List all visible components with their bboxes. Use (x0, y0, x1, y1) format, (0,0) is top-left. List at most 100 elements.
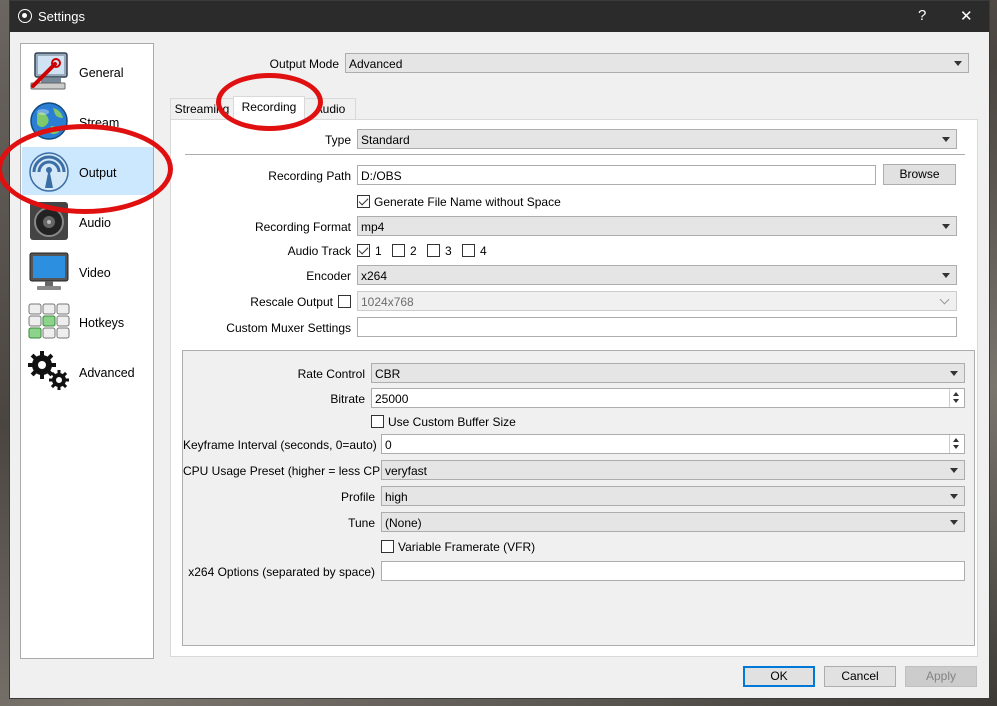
settings-sidebar: General Stream Output Audio Video Hotkey… (20, 43, 154, 659)
keyframe-interval-spinbox[interactable]: 0 (381, 434, 965, 454)
cpu-preset-value: veryfast (385, 464, 428, 478)
custom-muxer-input[interactable] (357, 317, 957, 337)
rescale-output-label: Rescale Output (250, 295, 333, 309)
sidebar-item-label: Output (79, 166, 117, 180)
profile-label: Profile (340, 490, 375, 504)
apply-button[interactable]: Apply (905, 666, 977, 687)
rescale-resolution-value: 1024x768 (361, 295, 414, 309)
keyframe-interval-label: Keyframe Interval (seconds, 0=auto) (183, 438, 377, 452)
bitrate-spinbox[interactable]: 25000 (371, 388, 965, 408)
sidebar-item-output[interactable]: Output (22, 147, 153, 195)
generate-filename-checkbox[interactable] (357, 195, 370, 208)
close-button[interactable]: ✕ (960, 7, 973, 25)
chevron-down-icon (950, 371, 958, 376)
audio-track-4-checkbox[interactable] (462, 244, 475, 257)
audio-track-1-checkbox[interactable] (357, 244, 370, 257)
profile-value: high (385, 490, 408, 504)
custom-buffer-label: Use Custom Buffer Size (388, 415, 516, 429)
custom-muxer-label: Custom Muxer Settings (226, 321, 351, 335)
gears-icon (28, 351, 69, 390)
tab-audio[interactable]: Audio (304, 98, 356, 119)
bitrate-label: Bitrate (330, 392, 365, 406)
vfr-label: Variable Framerate (VFR) (398, 540, 536, 554)
recording-tab-panel: Type Standard Recording Path D:/OBS Brow… (170, 119, 978, 657)
audio-track-3-label: 3 (445, 244, 452, 258)
chevron-down-icon (954, 61, 962, 66)
sidebar-item-label: Advanced (79, 366, 135, 380)
sidebar-item-label: Audio (79, 216, 111, 230)
tune-value: (None) (385, 516, 422, 530)
audio-track-2-label: 2 (410, 244, 417, 258)
browse-button[interactable]: Browse (883, 164, 956, 185)
window-title: Settings (38, 9, 85, 24)
globe-icon (30, 102, 68, 140)
rescale-resolution-select[interactable]: 1024x768 (357, 291, 957, 311)
recording-path-label: Recording Path (268, 169, 351, 183)
custom-buffer-checkbox[interactable] (371, 415, 384, 428)
chevron-down-icon (942, 273, 950, 278)
monitor-icon (29, 252, 69, 290)
rate-control-value: CBR (375, 367, 401, 381)
generate-filename-label: Generate File Name without Space (374, 195, 561, 209)
audio-track-4-label: 4 (480, 244, 487, 258)
tab-streaming[interactable]: Streaming (170, 98, 234, 119)
tab-recording[interactable]: Recording (233, 96, 305, 120)
rate-control-label: Rate Control (297, 367, 365, 381)
rate-control-select[interactable]: CBR (371, 363, 965, 383)
encoder-settings-group: Rate Control CBR Bitrate 25000 Use Custo… (182, 350, 975, 646)
divider (185, 154, 965, 155)
audio-track-1-label: 1 (375, 244, 382, 258)
spin-arrows-icon[interactable] (949, 435, 964, 453)
output-mode-label: Output Mode (269, 57, 339, 71)
sidebar-item-label: Video (79, 266, 111, 280)
keyframe-interval-value: 0 (385, 438, 392, 452)
settings-window: Settings ? ✕ General Stream Output Audio… (0, 0, 990, 699)
sidebar-item-video[interactable]: Video (22, 247, 153, 295)
chevron-down-icon (950, 520, 958, 525)
audio-track-3-checkbox[interactable] (427, 244, 440, 257)
monitor-wrench-icon (30, 52, 68, 90)
sidebar-item-advanced[interactable]: Advanced (22, 347, 153, 395)
recording-format-value: mp4 (361, 220, 385, 234)
cancel-button[interactable]: Cancel (824, 666, 896, 687)
profile-select[interactable]: high (381, 486, 965, 506)
cpu-preset-select[interactable]: veryfast (381, 460, 965, 480)
recording-path-value: D:/OBS (361, 169, 402, 183)
obs-logo-icon (18, 9, 32, 23)
chevron-down-icon (939, 294, 950, 305)
chevron-down-icon (942, 224, 950, 229)
type-value: Standard (361, 133, 410, 147)
chevron-down-icon (950, 494, 958, 499)
sidebar-item-hotkeys[interactable]: Hotkeys (22, 297, 153, 345)
chevron-down-icon (942, 137, 950, 142)
tune-label: Tune (348, 516, 375, 530)
sidebar-item-label: General (79, 66, 124, 80)
encoder-value: x264 (361, 269, 388, 283)
recording-path-input[interactable]: D:/OBS (357, 165, 876, 185)
recording-format-label: Recording Format (254, 220, 351, 234)
vfr-checkbox[interactable] (381, 540, 394, 553)
rescale-output-checkbox[interactable] (338, 295, 351, 308)
type-label: Type (324, 133, 351, 147)
output-mode-value: Advanced (349, 57, 403, 71)
sidebar-item-general[interactable]: General (22, 47, 153, 95)
encoder-select[interactable]: x264 (357, 265, 957, 285)
ok-button[interactable]: OK (743, 666, 815, 687)
tune-select[interactable]: (None) (381, 512, 965, 532)
recording-format-select[interactable]: mp4 (357, 216, 957, 236)
bitrate-value: 25000 (375, 392, 409, 406)
output-mode-select[interactable]: Advanced (345, 53, 969, 73)
type-select[interactable]: Standard (357, 129, 957, 149)
x264-options-input[interactable] (381, 561, 965, 581)
sidebar-item-stream[interactable]: Stream (22, 97, 153, 145)
spin-arrows-icon[interactable] (949, 389, 964, 407)
broadcast-icon (29, 152, 69, 192)
help-button[interactable]: ? (918, 7, 926, 24)
audio-track-label: Audio Track (287, 244, 351, 258)
cpu-preset-label: CPU Usage Preset (higher = less CPU) (183, 464, 393, 478)
encoder-label: Encoder (306, 269, 351, 283)
output-settings-panel: Output Mode Advanced Streaming Recording… (161, 43, 986, 659)
sidebar-item-audio[interactable]: Audio (22, 197, 153, 245)
audio-track-2-checkbox[interactable] (392, 244, 405, 257)
sidebar-item-label: Hotkeys (79, 316, 125, 330)
